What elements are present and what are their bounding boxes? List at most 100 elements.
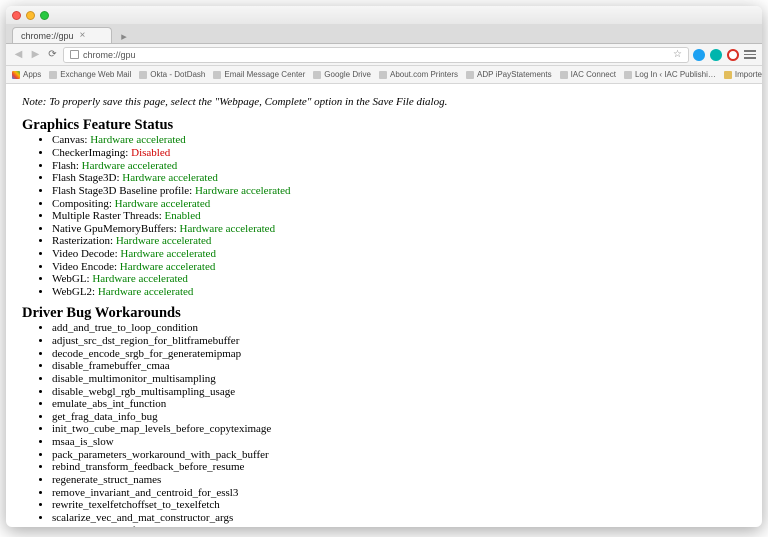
workaround-item: get_frag_data_info_bug bbox=[52, 411, 746, 424]
workaround-item: remove_invariant_and_centroid_for_essl3 bbox=[52, 487, 746, 500]
bookmark-item[interactable]: Apps bbox=[12, 70, 41, 79]
feature-status: Hardware accelerated bbox=[98, 286, 194, 298]
favicon-icon bbox=[466, 71, 474, 79]
browser-window: chrome://gpu × ▸ ◀ ▶ ⟳ chrome://gpu ☆ Ap… bbox=[6, 6, 762, 527]
bookmark-label: Apps bbox=[23, 70, 41, 79]
window-close-button[interactable] bbox=[12, 11, 21, 20]
feature-name: Flash: bbox=[52, 160, 82, 172]
bookmark-item[interactable]: IAC Connect bbox=[560, 70, 616, 79]
workaround-item: rewrite_texelfetchoffset_to_texelfetch bbox=[52, 499, 746, 512]
feature-row: Video Encode: Hardware accelerated bbox=[52, 261, 746, 274]
bookmark-label: Imported bbox=[735, 70, 762, 79]
graphics-feature-status-heading: Graphics Feature Status bbox=[22, 117, 746, 134]
feature-name: Native GpuMemoryBuffers: bbox=[52, 223, 180, 235]
bookmark-item[interactable]: About.com Printers bbox=[379, 70, 458, 79]
tab-close-icon[interactable]: × bbox=[80, 30, 86, 41]
bookmark-item[interactable]: Log In ‹ IAC Publishi… bbox=[624, 70, 716, 79]
feature-row: Flash Stage3D Baseline profile: Hardware… bbox=[52, 185, 746, 198]
feature-row: Flash Stage3D: Hardware accelerated bbox=[52, 172, 746, 185]
favicon-icon bbox=[12, 71, 20, 79]
feature-status: Hardware accelerated bbox=[115, 198, 211, 210]
favicon-icon bbox=[49, 71, 57, 79]
feature-row: Compositing: Hardware accelerated bbox=[52, 198, 746, 211]
reload-button[interactable]: ⟳ bbox=[46, 48, 59, 61]
extension-icon[interactable] bbox=[710, 49, 722, 61]
browser-tab[interactable]: chrome://gpu × bbox=[12, 27, 112, 43]
favicon-icon bbox=[213, 71, 221, 79]
bookmark-label: Okta - DotDash bbox=[150, 70, 205, 79]
bookmark-label: Email Message Center bbox=[224, 70, 305, 79]
feature-row: WebGL: Hardware accelerated bbox=[52, 273, 746, 286]
feature-status: Hardware accelerated bbox=[120, 261, 216, 273]
bookmark-item[interactable]: Email Message Center bbox=[213, 70, 305, 79]
site-info-icon[interactable] bbox=[70, 50, 79, 59]
bookmark-label: IAC Connect bbox=[571, 70, 616, 79]
workaround-item: adjust_src_dst_region_for_blitframebuffe… bbox=[52, 335, 746, 348]
bookmark-item[interactable]: ADP iPayStatements bbox=[466, 70, 552, 79]
address-bar[interactable]: chrome://gpu ☆ bbox=[63, 47, 689, 63]
forward-button[interactable]: ▶ bbox=[29, 48, 42, 61]
title-bar bbox=[6, 6, 762, 24]
workaround-item: regenerate_struct_names bbox=[52, 474, 746, 487]
workaround-item: add_and_true_to_loop_condition bbox=[52, 322, 746, 335]
bookmark-label: ADP iPayStatements bbox=[477, 70, 552, 79]
feature-name: WebGL: bbox=[52, 273, 92, 285]
driver-bug-workarounds-heading: Driver Bug Workarounds bbox=[22, 305, 746, 322]
feature-row: Multiple Raster Threads: Enabled bbox=[52, 210, 746, 223]
feature-row: Flash: Hardware accelerated bbox=[52, 160, 746, 173]
workaround-item: scalarize_vec_and_mat_constructor_args bbox=[52, 512, 746, 525]
feature-status: Enabled bbox=[165, 210, 201, 222]
feature-status: Hardware accelerated bbox=[82, 160, 178, 172]
feature-name: Canvas: bbox=[52, 134, 90, 146]
extension-icon[interactable] bbox=[693, 49, 705, 61]
page-content: Note: To properly save this page, select… bbox=[6, 84, 762, 527]
bookmark-label: Exchange Web Mail bbox=[60, 70, 131, 79]
workaround-item: disable_multimonitor_multisampling bbox=[52, 373, 746, 386]
bookmark-item[interactable]: Imported bbox=[724, 70, 762, 79]
workaround-item: disable_webgl_rgb_multisampling_usage bbox=[52, 386, 746, 399]
window-minimize-button[interactable] bbox=[26, 11, 35, 20]
feature-status: Hardware accelerated bbox=[122, 172, 218, 184]
feature-name: Compositing: bbox=[52, 198, 115, 210]
workaround-item: init_two_cube_map_levels_before_copytexi… bbox=[52, 423, 746, 436]
feature-row: Rasterization: Hardware accelerated bbox=[52, 235, 746, 248]
feature-row: CheckerImaging: Disabled bbox=[52, 147, 746, 160]
toolbar: ◀ ▶ ⟳ chrome://gpu ☆ bbox=[6, 44, 762, 66]
back-button[interactable]: ◀ bbox=[12, 48, 25, 61]
folder-icon bbox=[724, 71, 732, 79]
feature-row: WebGL2: Hardware accelerated bbox=[52, 286, 746, 299]
bookmark-item[interactable]: Google Drive bbox=[313, 70, 371, 79]
workaround-item: emulate_abs_int_function bbox=[52, 398, 746, 411]
favicon-icon bbox=[313, 71, 321, 79]
feature-status: Hardware accelerated bbox=[195, 185, 291, 197]
bookmark-item[interactable]: Exchange Web Mail bbox=[49, 70, 131, 79]
window-zoom-button[interactable] bbox=[40, 11, 49, 20]
workaround-item: pack_parameters_workaround_with_pack_buf… bbox=[52, 449, 746, 462]
feature-row: Video Decode: Hardware accelerated bbox=[52, 248, 746, 261]
new-tab-button[interactable]: ▸ bbox=[116, 29, 132, 43]
feature-status: Hardware accelerated bbox=[120, 248, 216, 260]
feature-row: Native GpuMemoryBuffers: Hardware accele… bbox=[52, 223, 746, 236]
chrome-menu-button[interactable] bbox=[744, 50, 756, 59]
favicon-icon bbox=[560, 71, 568, 79]
feature-status: Hardware accelerated bbox=[90, 134, 186, 146]
feature-status: Hardware accelerated bbox=[92, 273, 188, 285]
url-text: chrome://gpu bbox=[83, 50, 136, 60]
feature-status: Hardware accelerated bbox=[116, 235, 212, 247]
bookmark-item[interactable]: Okta - DotDash bbox=[139, 70, 205, 79]
save-note: Note: To properly save this page, select… bbox=[22, 96, 746, 109]
feature-name: Video Encode: bbox=[52, 261, 120, 273]
feature-name: Rasterization: bbox=[52, 235, 116, 247]
feature-name: Video Decode: bbox=[52, 248, 120, 260]
favicon-icon bbox=[139, 71, 147, 79]
tab-title: chrome://gpu bbox=[21, 31, 74, 41]
workarounds-list: add_and_true_to_loop_conditionadjust_src… bbox=[22, 322, 746, 527]
feature-name: CheckerImaging: bbox=[52, 147, 131, 159]
feature-name: Flash Stage3D: bbox=[52, 172, 122, 184]
bookmark-star-icon[interactable]: ☆ bbox=[673, 49, 682, 60]
extension-icon[interactable] bbox=[727, 49, 739, 61]
bookmark-label: Google Drive bbox=[324, 70, 371, 79]
feature-status-list: Canvas: Hardware acceleratedCheckerImagi… bbox=[22, 134, 746, 298]
bookmarks-bar: Apps Exchange Web Mail Okta - DotDash Email… bbox=[6, 66, 762, 84]
workaround-item: decode_encode_srgb_for_generatemipmap bbox=[52, 348, 746, 361]
